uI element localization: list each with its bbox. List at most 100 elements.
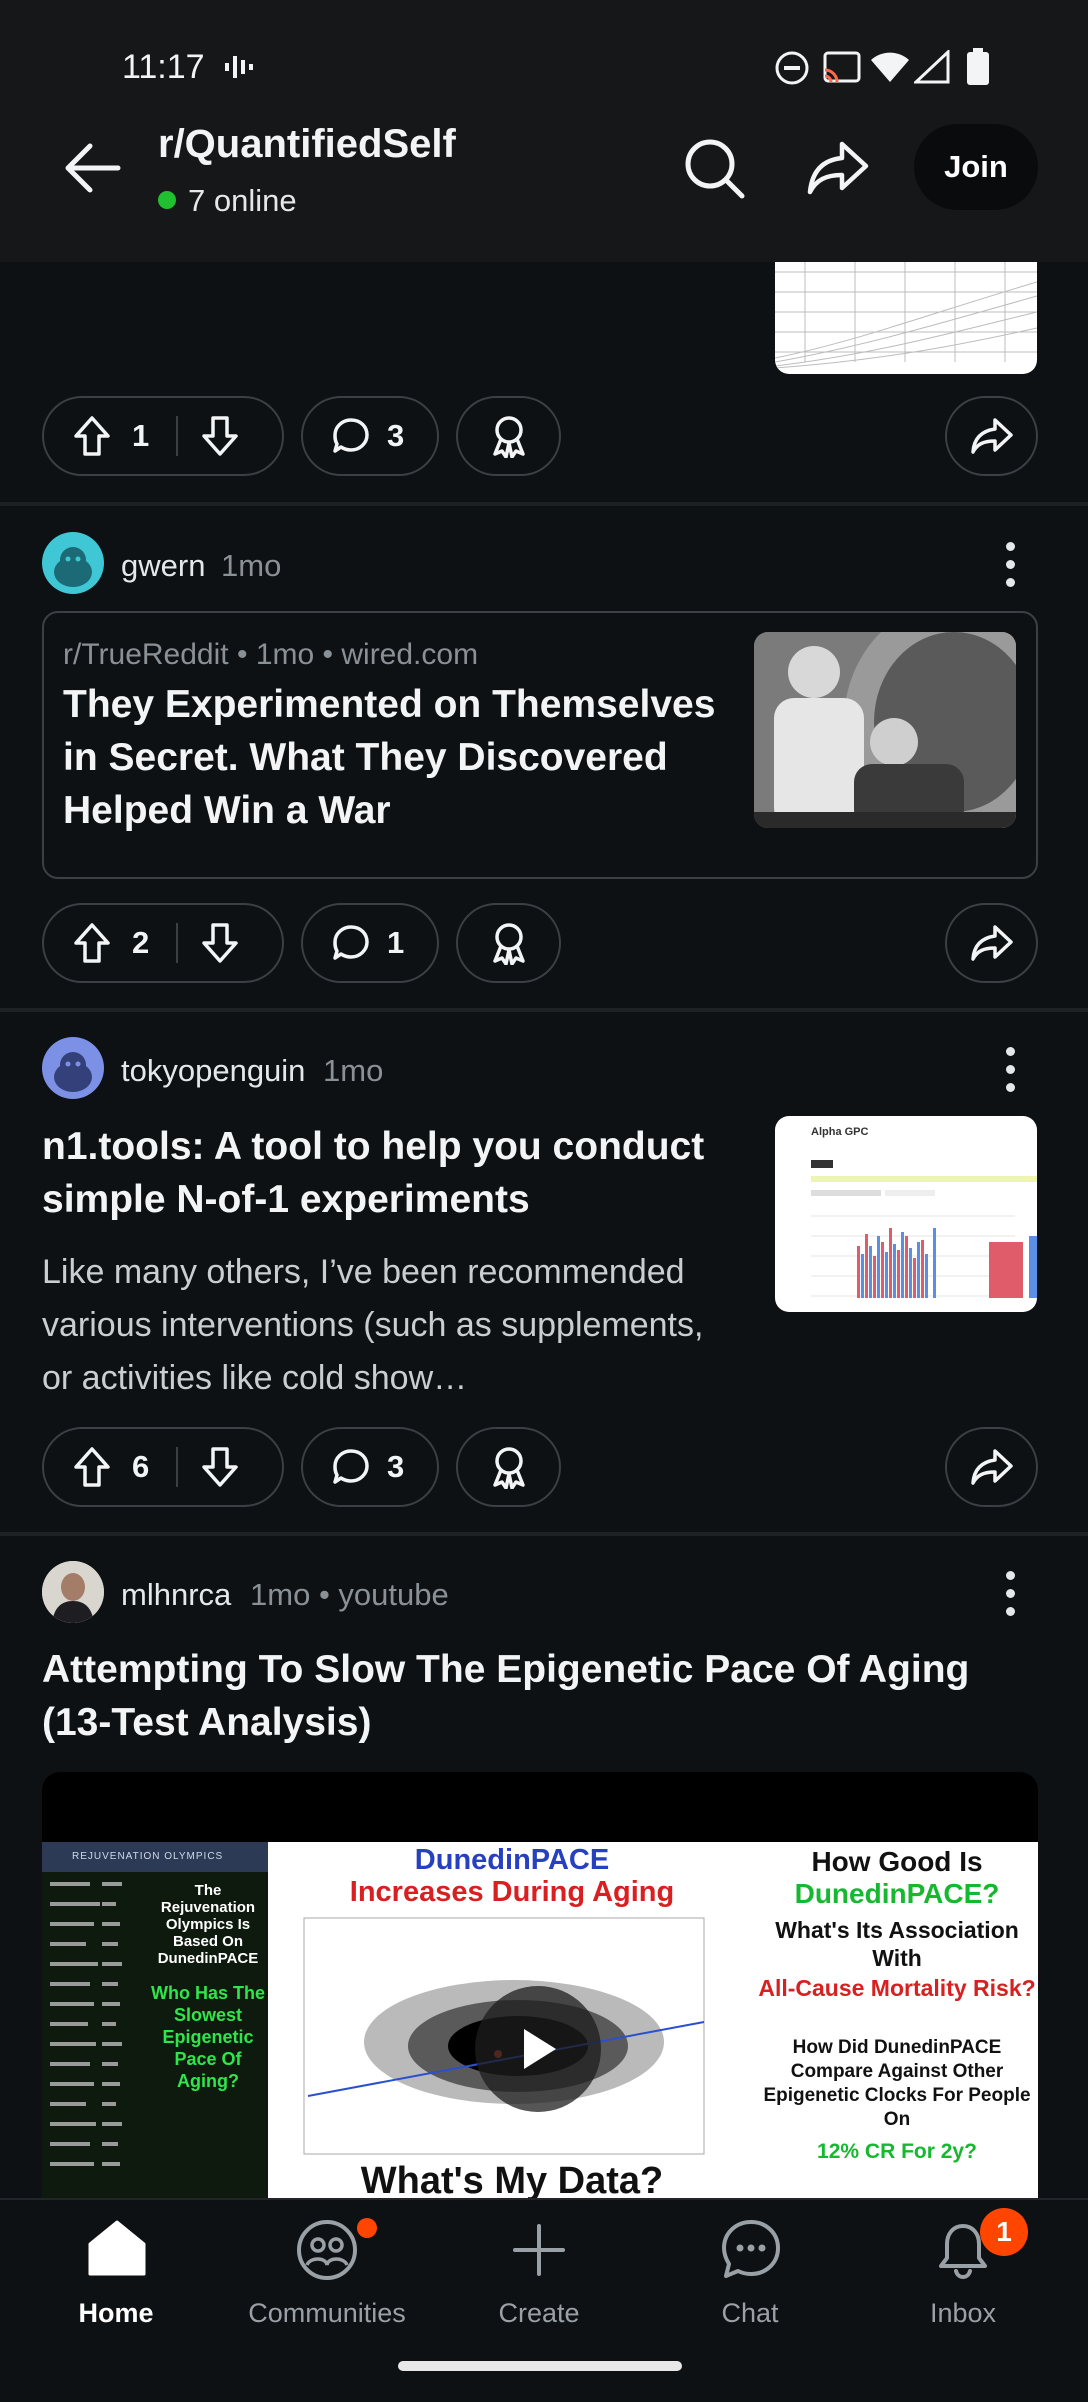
comments-button[interactable]: 3 bbox=[301, 396, 439, 476]
communities-icon bbox=[295, 2218, 359, 2282]
comment-count: 3 bbox=[387, 418, 405, 453]
online-count: 7 online bbox=[188, 183, 297, 218]
crosspost-age: 1mo bbox=[255, 638, 315, 671]
video-right-text-2: DunedinPACE? bbox=[794, 1878, 1000, 1909]
nav-chat[interactable]: Chat bbox=[650, 2218, 850, 2338]
more-options-button[interactable] bbox=[1004, 1571, 1016, 1625]
battery-icon bbox=[966, 48, 990, 86]
comments-button[interactable]: 3 bbox=[301, 1427, 439, 1507]
comment-icon bbox=[331, 416, 371, 456]
post-thumbnail-chart[interactable] bbox=[775, 262, 1037, 374]
nav-inbox-label: Inbox bbox=[929, 2298, 997, 2328]
crosspost-meta: r/TrueReddit • 1mo • wired.com bbox=[63, 638, 479, 671]
upvote-button[interactable] bbox=[72, 921, 112, 965]
downvote-button[interactable] bbox=[200, 1445, 240, 1489]
vote-control: 1 bbox=[42, 396, 284, 476]
communities-notification-dot bbox=[357, 2218, 377, 2238]
share-icon bbox=[970, 923, 1014, 963]
avatar[interactable] bbox=[42, 532, 104, 594]
post-title[interactable]: Attempting To Slow The Epigenetic Pace O… bbox=[42, 1643, 1042, 1749]
post-source: youtube bbox=[338, 1577, 449, 1612]
post-author[interactable]: gwern bbox=[121, 548, 205, 584]
upvote-count: 6 bbox=[132, 1449, 150, 1484]
vote-control: 2 bbox=[42, 903, 284, 983]
post-age: 1mo bbox=[250, 1577, 311, 1612]
cast-icon bbox=[822, 50, 862, 86]
join-button[interactable]: Join bbox=[914, 124, 1038, 210]
downvote-button[interactable] bbox=[200, 414, 240, 458]
award-button[interactable] bbox=[456, 903, 561, 983]
comments-button[interactable]: 1 bbox=[301, 903, 439, 983]
crosspost-title[interactable]: They Experimented on Themselves in Secre… bbox=[63, 678, 723, 837]
crosspost-thumbnail[interactable] bbox=[754, 632, 1016, 828]
award-icon bbox=[488, 1445, 530, 1489]
post-age: 1mo bbox=[221, 548, 282, 583]
award-icon bbox=[488, 414, 530, 458]
award-button[interactable] bbox=[456, 396, 561, 476]
award-icon bbox=[488, 921, 530, 965]
voice-activity-icon bbox=[224, 52, 256, 82]
video-left-caption-2: Who Has The Slowest Epigenetic Pace Of A… bbox=[150, 1983, 265, 2091]
nav-communities[interactable]: Communities bbox=[227, 2218, 427, 2338]
upvote-count: 1 bbox=[132, 418, 150, 453]
play-icon bbox=[524, 2029, 556, 2069]
nav-create-label: Create bbox=[498, 2298, 580, 2328]
video-right-text-5: How Did DunedinPACE Compare Against Othe… bbox=[763, 2037, 1031, 2130]
comment-count: 3 bbox=[387, 1449, 405, 1484]
more-options-button[interactable] bbox=[1004, 1047, 1016, 1101]
more-options-button[interactable] bbox=[1004, 542, 1016, 596]
chat-icon bbox=[720, 2218, 782, 2280]
video-left-panel: REJUVENATION OLYMPICS The Rejuvenation O… bbox=[42, 1842, 268, 2198]
comment-icon bbox=[331, 923, 371, 963]
gesture-home-bar[interactable] bbox=[398, 2361, 682, 2371]
post-age: 1mo bbox=[323, 1053, 384, 1088]
video-player[interactable]: REJUVENATION OLYMPICS The Rejuvenation O… bbox=[42, 1772, 1038, 2198]
post-body-preview[interactable]: Like many others, I’ve been recommended … bbox=[42, 1246, 742, 1405]
post-share-button[interactable] bbox=[945, 903, 1038, 983]
comment-count: 1 bbox=[387, 925, 405, 960]
post-age-source: 1mo • youtube bbox=[250, 1577, 449, 1612]
post-divider bbox=[0, 1008, 1088, 1012]
play-button[interactable] bbox=[475, 1986, 601, 2112]
award-button[interactable] bbox=[456, 1427, 561, 1507]
vote-control: 6 bbox=[42, 1427, 284, 1507]
post-divider bbox=[0, 502, 1088, 506]
crosspost-subreddit[interactable]: r/TrueReddit bbox=[63, 638, 229, 671]
share-icon bbox=[970, 416, 1014, 456]
video-left-logo: REJUVENATION OLYMPICS bbox=[72, 1851, 224, 1862]
home-icon bbox=[86, 2218, 148, 2278]
nav-chat-label: Chat bbox=[721, 2298, 779, 2328]
crosspost-domain: wired.com bbox=[341, 638, 479, 671]
post-share-button[interactable] bbox=[945, 1427, 1038, 1507]
upvote-count: 2 bbox=[132, 925, 150, 960]
nav-create[interactable]: Create bbox=[439, 2218, 639, 2338]
signal-icon bbox=[914, 50, 950, 84]
post-author[interactable]: mlhnrca bbox=[121, 1577, 231, 1613]
upvote-button[interactable] bbox=[72, 1445, 112, 1489]
nav-home-label: Home bbox=[78, 2298, 154, 2328]
upvote-button[interactable] bbox=[72, 414, 112, 458]
avatar[interactable] bbox=[42, 1037, 104, 1099]
nav-communities-label: Communities bbox=[248, 2298, 406, 2328]
post-title[interactable]: n1.tools: A tool to help you conduct sim… bbox=[42, 1120, 742, 1226]
post-thumbnail[interactable]: Alpha GPC bbox=[775, 1116, 1037, 1312]
post-author[interactable]: tokyopenguin bbox=[121, 1053, 305, 1089]
comment-icon bbox=[331, 1447, 371, 1487]
subreddit-name[interactable]: r/QuantifiedSelf bbox=[158, 122, 456, 167]
search-button[interactable] bbox=[682, 136, 746, 200]
nav-inbox[interactable]: 1 Inbox bbox=[863, 2208, 1063, 2338]
wifi-icon bbox=[870, 50, 910, 84]
post-share-button[interactable] bbox=[945, 396, 1038, 476]
nav-home[interactable]: Home bbox=[16, 2218, 216, 2338]
share-button[interactable] bbox=[806, 138, 870, 198]
post-divider bbox=[0, 1532, 1088, 1536]
downvote-button[interactable] bbox=[200, 921, 240, 965]
video-right-text-3: What's Its Association With bbox=[775, 1917, 1019, 1971]
share-icon bbox=[970, 1447, 1014, 1487]
do-not-disturb-icon bbox=[774, 50, 810, 86]
avatar[interactable] bbox=[42, 1561, 104, 1623]
back-button[interactable] bbox=[58, 138, 128, 198]
plus-icon bbox=[511, 2222, 567, 2278]
status-time: 11:17 bbox=[122, 48, 205, 86]
video-right-text-4: All-Cause Mortality Risk? bbox=[758, 1975, 1036, 2001]
